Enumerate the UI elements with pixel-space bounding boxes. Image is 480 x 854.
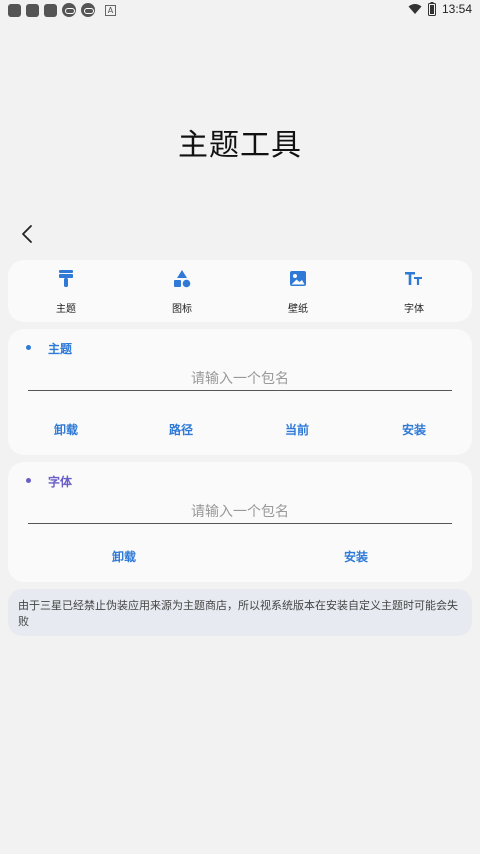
font-icon <box>405 272 422 285</box>
theme-current-button[interactable]: 当前 <box>257 419 337 441</box>
tab-font[interactable]: 字体 <box>356 260 472 322</box>
link-icon <box>81 3 95 17</box>
status-bar: A 13:54 <box>0 0 480 20</box>
font-section: 字体 卸载 安装 <box>8 462 472 582</box>
tab-icons[interactable]: 图标 <box>124 260 240 322</box>
warning-notice: 由于三星已经禁止伪装应用来源为主题商店，所以视系统版本在安装自定义主题时可能会失… <box>8 589 472 636</box>
wifi-icon <box>408 4 422 14</box>
font-package-input[interactable] <box>28 500 452 524</box>
notification-icon <box>26 3 39 17</box>
clock: 13:54 <box>441 2 472 16</box>
tab-label: 主题 <box>56 304 76 315</box>
tool-tabs: 主题 图标 壁纸 字体 <box>8 260 472 322</box>
shapes-icon <box>174 270 191 288</box>
notification-icon <box>44 3 57 17</box>
tab-wallpaper[interactable]: 壁纸 <box>240 260 356 322</box>
section-bullet <box>26 345 31 350</box>
theme-install-button[interactable]: 安装 <box>374 419 454 441</box>
theme-package-input[interactable] <box>28 367 452 391</box>
theme-path-button[interactable]: 路径 <box>141 419 221 441</box>
link-icon <box>62 3 76 17</box>
brush-icon <box>59 270 73 287</box>
theme-section: 主题 卸载 路径 当前 安装 <box>8 329 472 455</box>
notification-icon <box>8 3 21 17</box>
battery-icon <box>427 2 436 16</box>
tab-label: 图标 <box>172 304 192 315</box>
section-title: 字体 <box>48 475 73 489</box>
tab-label: 字体 <box>404 304 424 315</box>
back-arrow-icon[interactable] <box>18 222 40 246</box>
tab-label: 壁纸 <box>288 304 308 315</box>
page-title: 主题工具 <box>178 128 302 163</box>
image-icon <box>290 271 306 286</box>
section-title: 主题 <box>48 342 73 356</box>
font-install-button[interactable]: 安装 <box>316 546 396 568</box>
tab-theme[interactable]: 主题 <box>8 260 124 322</box>
font-notification-icon: A <box>105 4 116 16</box>
section-bullet <box>26 478 31 483</box>
font-uninstall-button[interactable]: 卸载 <box>84 546 164 568</box>
theme-uninstall-button[interactable]: 卸载 <box>26 419 106 441</box>
notification-icons: A <box>8 3 116 17</box>
app-screen: A 13:54 主题工具 主题 图标 壁纸 字体 主题 请输入一个包名 卸载 路… <box>0 0 480 854</box>
